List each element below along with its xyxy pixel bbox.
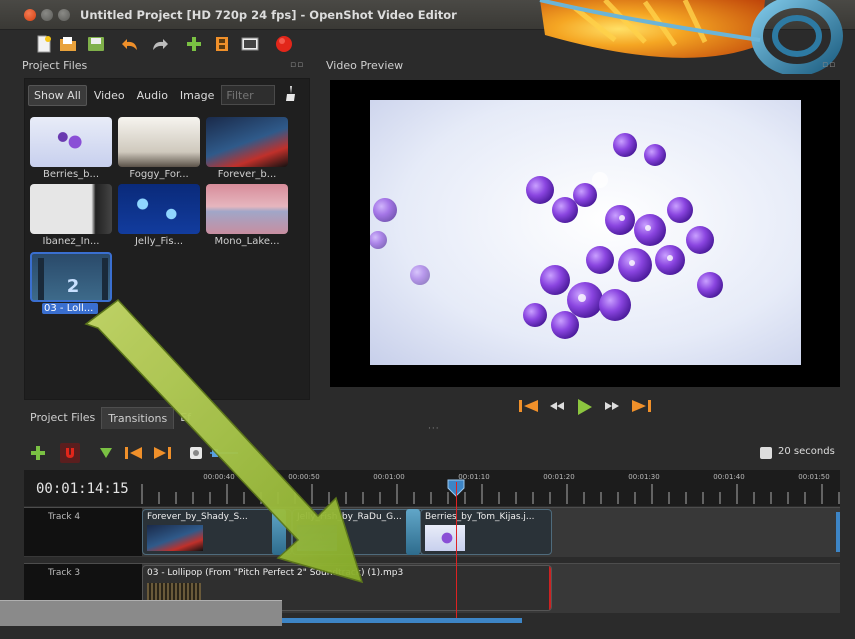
file-thumbnail-forever[interactable]: [206, 117, 288, 167]
file-label-berries: Berries_b...: [42, 169, 100, 180]
razor-toggle-button[interactable]: [60, 443, 80, 463]
video-preview-panel-title: Video Preview: [326, 59, 404, 72]
file-label-foggy-forest: Foggy_For...: [129, 169, 189, 180]
status-overlay-bar: [0, 600, 282, 626]
clip-end-marker: [549, 566, 551, 610]
file-label-forever: Forever_b...: [217, 169, 277, 180]
filter-input[interactable]: [221, 85, 276, 105]
export-video-button[interactable]: [274, 34, 294, 54]
jump-start-button[interactable]: [518, 398, 540, 414]
ruler-label: 00:01:30: [628, 473, 659, 481]
rewind-icon: [550, 402, 564, 410]
clip-name-label: Berries_by_Tom_Kijas.j...: [425, 512, 535, 522]
rewind-button[interactable]: [548, 398, 566, 414]
file-thumbnail-jelly-fish[interactable]: [118, 184, 200, 234]
playhead-line: [456, 482, 457, 622]
file-label-mono-lake: Mono_Lake...: [214, 236, 280, 247]
window-title: Untitled Project [HD 720p 24 fps] - Open…: [80, 8, 457, 22]
zoom-checkbox[interactable]: [760, 447, 772, 459]
track-scroll-indicator: [836, 512, 840, 552]
import-files-button[interactable]: [184, 34, 204, 54]
jump-end-button[interactable]: [630, 398, 652, 414]
filter-video-button[interactable]: Video: [89, 86, 130, 105]
new-project-button[interactable]: [34, 34, 54, 54]
ruler-label: 00:01:40: [713, 473, 744, 481]
file-thumbnail-ibanez[interactable]: [30, 184, 112, 234]
new-file-icon: [37, 35, 51, 53]
add-track-button[interactable]: [28, 443, 48, 463]
track-name-label: Track 4: [48, 512, 81, 522]
main-toolbar: [0, 30, 540, 58]
close-window-button[interactable]: [24, 9, 36, 21]
file-thumbnail-foggy-forest[interactable]: [118, 117, 200, 167]
ruler-label: 00:01:50: [798, 473, 829, 481]
filter-audio-button[interactable]: Audio: [132, 86, 173, 105]
project-files-dock-controls[interactable]: ▫▫: [290, 60, 304, 70]
save-project-button[interactable]: [86, 34, 106, 54]
plus-icon: [187, 37, 201, 51]
filter-show-all-button[interactable]: Show All: [28, 84, 87, 106]
video-preview-dock-controls[interactable]: ▫▫: [822, 60, 836, 70]
folder-icon: [60, 37, 76, 51]
clip-thumbnail: [425, 525, 465, 551]
file-thumbnail-mono-lake[interactable]: [206, 184, 288, 234]
track-name-label: Track 3: [48, 568, 81, 578]
record-icon: [276, 36, 292, 52]
play-button[interactable]: [575, 398, 593, 416]
timeline-horizontal-scrollbar[interactable]: [282, 618, 522, 623]
fast-forward-button[interactable]: [603, 398, 621, 414]
magnet-icon: [66, 448, 74, 458]
minimize-window-button[interactable]: [41, 9, 53, 21]
transition-marker[interactable]: [406, 509, 420, 555]
file-thumbnail-berries[interactable]: [30, 117, 112, 167]
clear-filter-icon[interactable]: [283, 85, 296, 105]
drag-hint-arrow: [84, 298, 364, 584]
zoom-level-label: 20 seconds: [778, 446, 835, 457]
plus-icon: [31, 446, 45, 460]
monitor-icon: [241, 37, 259, 51]
redo-icon: [153, 39, 168, 50]
choose-profile-button[interactable]: [212, 34, 232, 54]
dock-splitter-handle[interactable]: ···: [428, 424, 440, 434]
undo-icon: [122, 39, 137, 50]
preview-frame-berries: [370, 100, 801, 365]
jump-start-icon: [519, 400, 538, 412]
undo-button[interactable]: [120, 34, 140, 54]
file-filter-bar: Show All Video Audio Image: [28, 84, 296, 106]
file-label-ibanez: Ibanez_In...: [42, 236, 100, 247]
project-files-panel-title: Project Files: [22, 59, 88, 72]
clip-berries[interactable]: Berries_by_Tom_Kijas.j...: [420, 509, 552, 555]
redo-button[interactable]: [150, 34, 170, 54]
ruler-label: 00:01:20: [543, 473, 574, 481]
save-icon: [88, 37, 104, 51]
file-label-jelly-fish: Jelly_Fis...: [134, 236, 184, 247]
jump-end-icon: [632, 400, 651, 412]
filter-image-button[interactable]: Image: [175, 86, 219, 105]
film-strip-icon: [216, 37, 228, 51]
openshot-logo: [539, 0, 843, 74]
maximize-window-button[interactable]: [58, 9, 70, 21]
play-icon: [578, 399, 592, 415]
fast-forward-icon: [605, 402, 619, 410]
open-project-button[interactable]: [58, 34, 78, 54]
fullscreen-button[interactable]: [240, 34, 260, 54]
